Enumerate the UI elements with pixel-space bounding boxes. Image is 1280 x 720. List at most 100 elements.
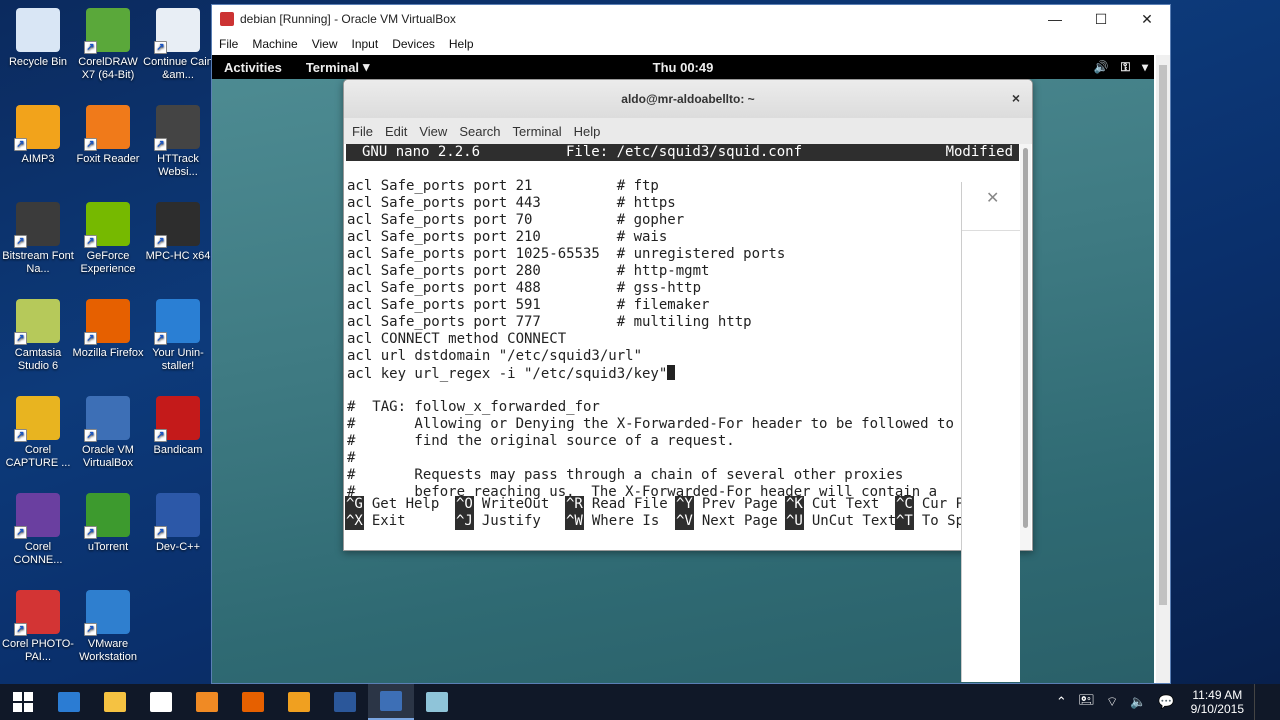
shortcut-arrow-icon: ↗: [14, 332, 27, 345]
desktop-icon[interactable]: ↗ Continue Cain &am...: [142, 8, 214, 82]
desktop-icon[interactable]: ↗ CorelDRAW X7 (64-Bit): [72, 8, 144, 82]
taskbar-app-edge[interactable]: [46, 684, 92, 720]
desktop-icon[interactable]: ↗ Camtasia Studio 6: [2, 299, 74, 373]
shortcut-arrow-icon: ↗: [154, 526, 167, 539]
desktop-icon[interactable]: ↗ Corel PHOTO-PAI...: [2, 590, 74, 664]
bitstream-icon: ↗: [14, 202, 60, 248]
taskbar-app-firefox[interactable]: [230, 684, 276, 720]
desktop-icon[interactable]: ↗ HTTrack Websi...: [142, 105, 214, 179]
close-icon[interactable]: ✕: [986, 188, 999, 208]
term-menu-edit[interactable]: Edit: [379, 124, 413, 139]
power-icon[interactable]: ⚿: [1121, 60, 1130, 75]
desktop-icon[interactable]: ↗ Corel CAPTURE ...: [2, 396, 74, 470]
terminal-scrollbar-thumb[interactable]: [1023, 148, 1028, 528]
taskbar-app-vlc[interactable]: [276, 684, 322, 720]
nano-line-text: acl Safe_ports port 1025-65535 # unregis…: [347, 246, 786, 262]
background-window[interactable]: ✕: [961, 182, 1020, 682]
desktop-icon[interactable]: ↗ Mozilla Firefox: [72, 299, 144, 360]
taskbar-clock[interactable]: 11:49 AM 9/10/2015: [1181, 688, 1254, 716]
show-desktop-button[interactable]: [1254, 684, 1280, 720]
taskbar-app-virtualbox[interactable]: [368, 684, 414, 720]
nano-line: [347, 382, 1020, 399]
desktop-icon[interactable]: ↗ Foxit Reader: [72, 105, 144, 166]
nano-shortcut-label: Read File: [591, 496, 668, 512]
app-menu-terminal[interactable]: Terminal ▾: [294, 59, 370, 75]
nano-shortcut-key: ^Y: [675, 496, 694, 513]
term-menu-help[interactable]: Help: [568, 124, 607, 139]
nano-line: acl Safe_ports port 280 # http-mgmt: [347, 263, 1020, 280]
menu-machine[interactable]: Machine: [245, 37, 304, 51]
term-menu-search[interactable]: Search: [453, 124, 506, 139]
desktop-icon[interactable]: ↗ MPC-HC x64: [142, 202, 214, 263]
virtualbox-window: debian [Running] - Oracle VM VirtualBox …: [211, 4, 1171, 684]
taskbar-app-store[interactable]: [138, 684, 184, 720]
menu-view[interactable]: View: [305, 37, 345, 51]
action-center-icon[interactable]: 💬: [1152, 694, 1180, 710]
nano-editor[interactable]: GNU nano 2.2.6 File: /etc/squid3/squid.c…: [345, 144, 1020, 550]
shortcut-arrow-icon: ↗: [154, 332, 167, 345]
nano-shortcut: ^U UnCut Text: [785, 513, 896, 530]
taskbar-app-word[interactable]: [322, 684, 368, 720]
wifi-icon[interactable]: ⌔: [1100, 694, 1124, 710]
desktop-icon-label: Bitstream Font Na...: [2, 250, 74, 275]
gnome-system-tray[interactable]: 🔊 ⚿ ▾: [1094, 55, 1148, 79]
gnome-top-bar: Activities Terminal ▾ Thu 00:49 🔊 ⚿ ▾: [212, 55, 1154, 79]
nano-line: # Allowing or Denying the X-Forwarded-Fo…: [347, 416, 1020, 433]
nano-line: acl url dstdomain "/etc/squid3/url": [347, 348, 1020, 365]
activities-button[interactable]: Activities: [212, 60, 294, 75]
term-menu-file[interactable]: File: [346, 124, 379, 139]
desktop-icon[interactable]: ↗ Corel CONNE...: [2, 493, 74, 567]
desktop-icon[interactable]: ↗ VMware Workstation: [72, 590, 144, 664]
nano-line: # find the original source of a request.: [347, 433, 1020, 450]
desktop-icon[interactable]: ↗ Your Unin-staller!: [142, 299, 214, 373]
nano-line-text: #: [347, 450, 356, 466]
minimize-button[interactable]: —: [1032, 5, 1078, 33]
volume-icon[interactable]: 🔊: [1094, 60, 1109, 74]
desktop-icon[interactable]: ↗ Oracle VM VirtualBox: [72, 396, 144, 470]
nano-text-area[interactable]: acl Safe_ports port 21 # ftp acl Safe_por…: [345, 178, 1020, 501]
shortcut-arrow-icon: ↗: [84, 623, 97, 636]
menu-file[interactable]: File: [212, 37, 245, 51]
vlc-icon: [288, 692, 310, 712]
cain-icon: ↗: [154, 8, 200, 54]
virtualbox-icon: [380, 691, 402, 711]
taskbar-app-camtasia[interactable]: [414, 684, 460, 720]
desktop-icon[interactable]: ↗ Bitstream Font Na...: [2, 202, 74, 276]
desktop-icon[interactable]: ↗ Bandicam: [142, 396, 214, 457]
nano-line: acl Safe_ports port 443 # https: [347, 195, 1020, 212]
term-menu-terminal[interactable]: Terminal: [507, 124, 568, 139]
start-button[interactable]: [0, 684, 46, 720]
virtualbox-app-icon: [220, 12, 234, 26]
desktop-icon[interactable]: ↗ AIMP3: [2, 105, 74, 166]
desktop-icon[interactable]: ↗ GeForce Experience: [72, 202, 144, 276]
nano-modified-status: Modified: [945, 144, 1013, 160]
menu-input[interactable]: Input: [345, 37, 386, 51]
taskbar-time: 11:49 AM: [1192, 688, 1243, 702]
desktop-icon[interactable]: ↗ Dev-C++: [142, 493, 214, 554]
nano-shortcut-label: Justify: [481, 513, 541, 529]
desktop-icon[interactable]: ↗ uTorrent: [72, 493, 144, 554]
nano-line-text: # find the original source of a request.: [347, 433, 735, 449]
show-hidden-icons-icon[interactable]: ⌃: [1050, 694, 1073, 710]
taskbar-app-media-player[interactable]: [184, 684, 230, 720]
menu-devices[interactable]: Devices: [385, 37, 442, 51]
virtualbox-titlebar[interactable]: debian [Running] - Oracle VM VirtualBox …: [212, 5, 1170, 33]
virtualbox-scrollbar-thumb[interactable]: [1159, 65, 1167, 605]
corel-photopaint-icon: ↗: [14, 590, 60, 636]
terminal-close-icon[interactable]: ×: [1012, 90, 1020, 106]
vmware-icon: ↗: [84, 590, 130, 636]
virtualbox-scrollbar[interactable]: [1156, 55, 1170, 683]
desktop-icon[interactable]: Recycle Bin: [2, 8, 74, 69]
maximize-button[interactable]: ☐: [1078, 5, 1124, 33]
speaker-icon[interactable]: 🔈: [1124, 694, 1152, 710]
camtasia-icon: [426, 692, 448, 712]
term-menu-view[interactable]: View: [413, 124, 453, 139]
nano-shortcut-label: Exit: [371, 513, 406, 529]
network-icon[interactable]: 🖭: [1073, 691, 1100, 713]
taskbar-app-file-explorer[interactable]: [92, 684, 138, 720]
terminal-titlebar[interactable]: aldo@mr-aldoabellto: ~ ×: [344, 80, 1032, 118]
menu-help[interactable]: Help: [442, 37, 481, 51]
system-menu-chevron-icon[interactable]: ▾: [1142, 60, 1148, 74]
terminal-scrollbar[interactable]: [1020, 144, 1031, 550]
close-button[interactable]: ✕: [1124, 5, 1170, 33]
